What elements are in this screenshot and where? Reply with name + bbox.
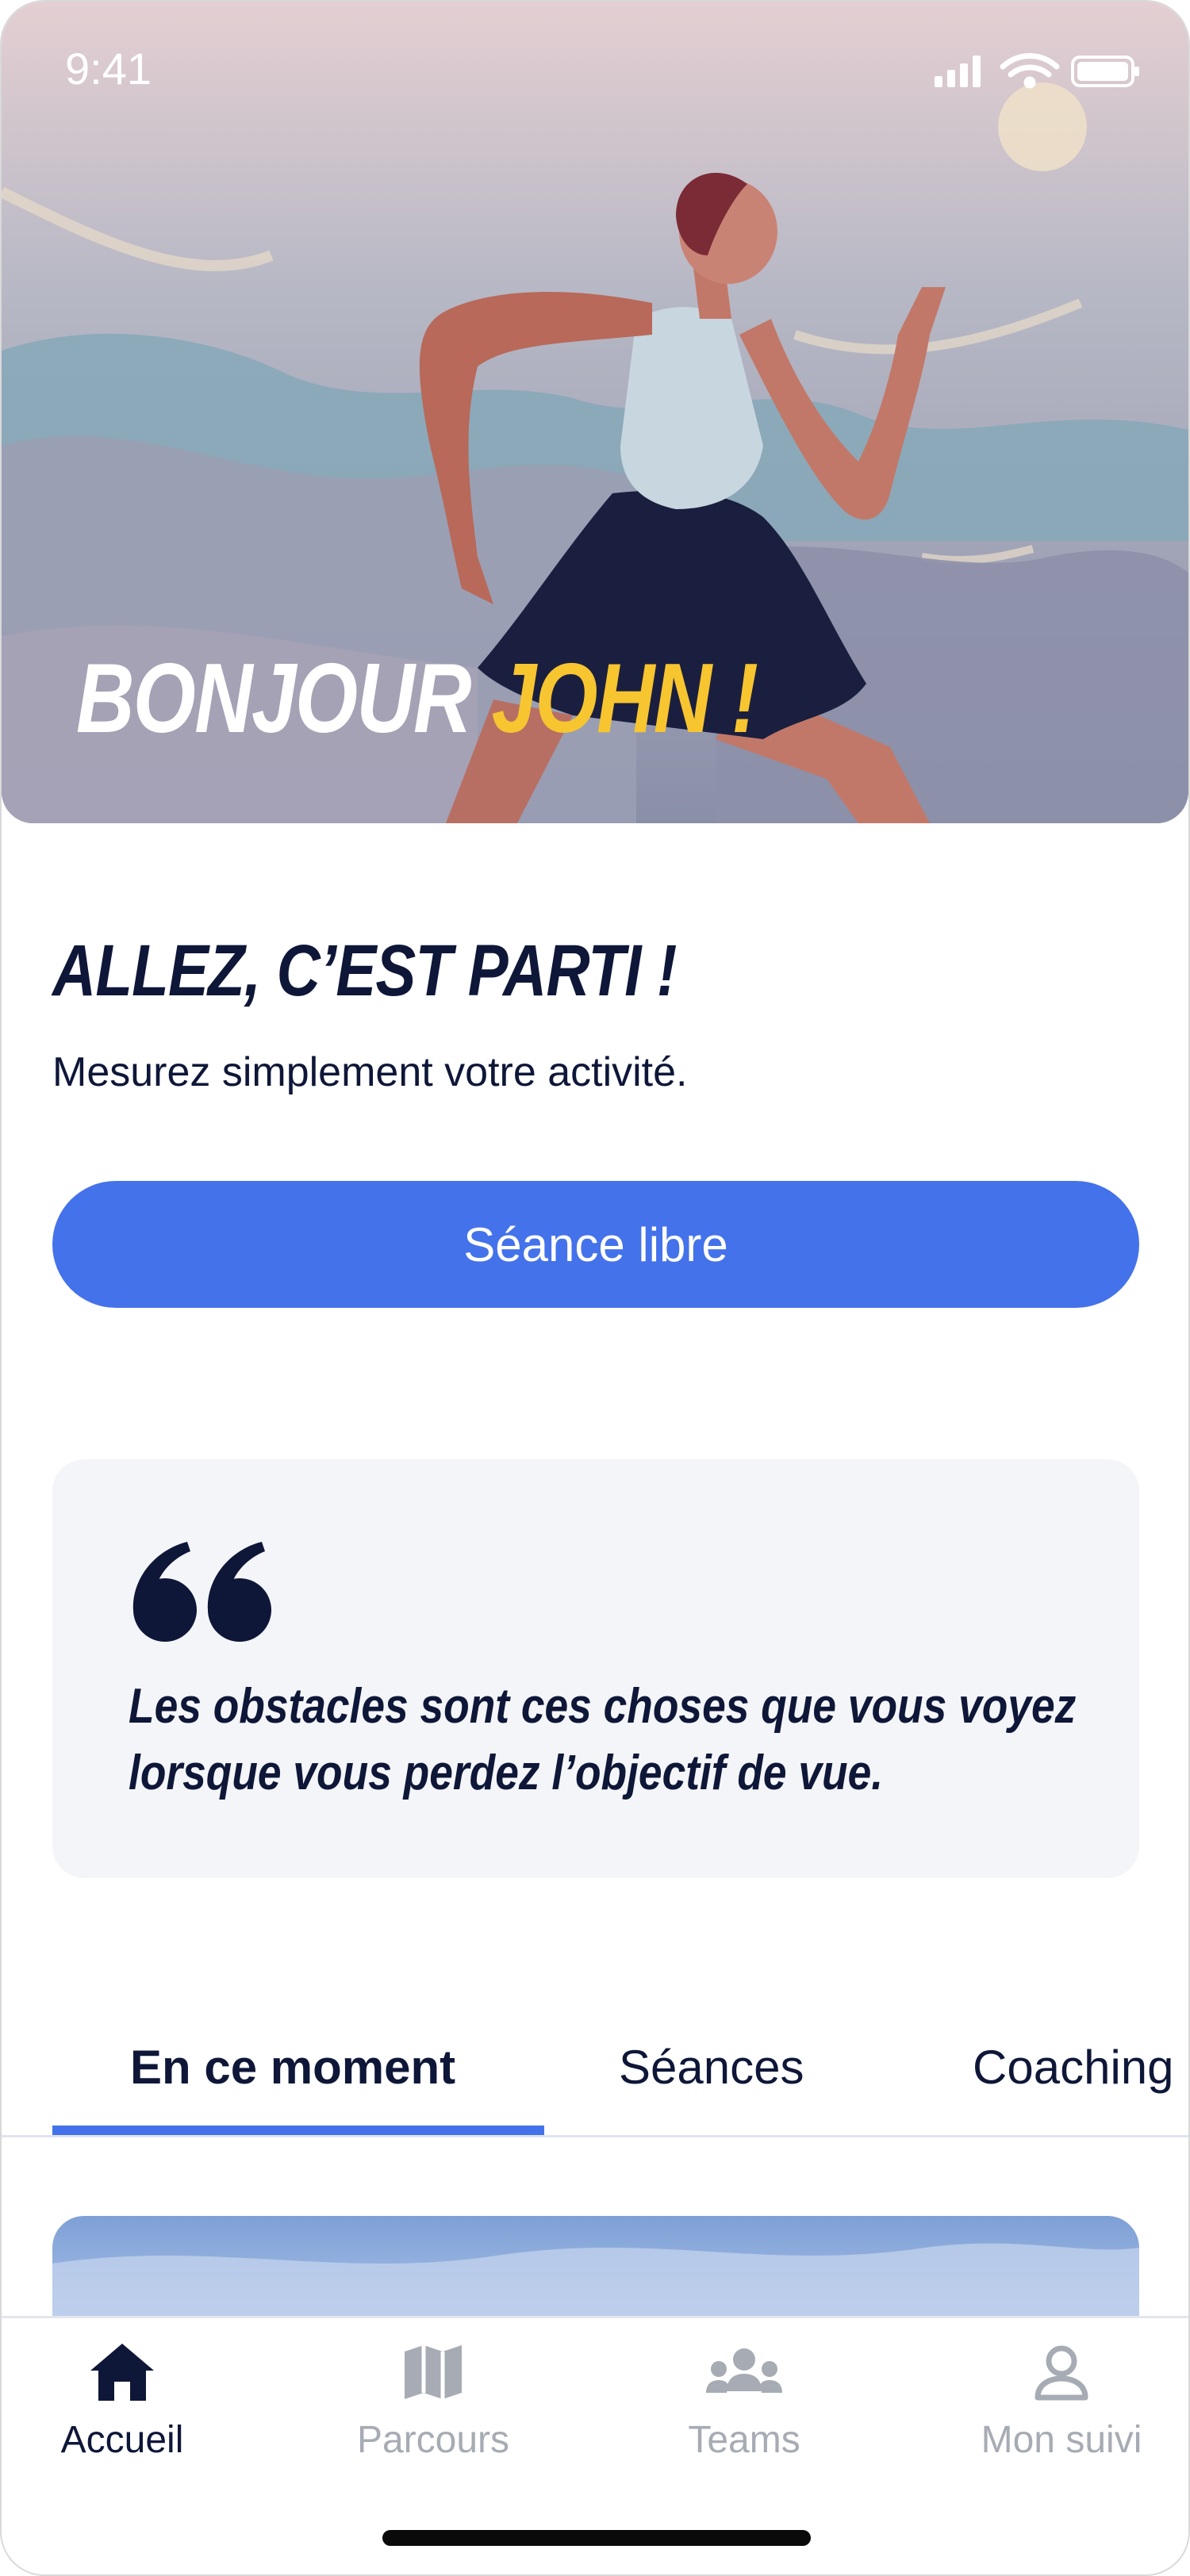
home-icon: [90, 2344, 154, 2401]
status-icons: [935, 53, 1139, 89]
greeting-name: JOHN !: [491, 644, 758, 753]
map-icon: [405, 2345, 462, 2399]
tab-seances[interactable]: Séances: [619, 2040, 804, 2095]
quote-icon: [132, 1542, 271, 1642]
nav-item-accueil[interactable]: Accueil: [3, 2342, 241, 2462]
nav-item-mon-suivi[interactable]: Mon suivi: [942, 2342, 1180, 2462]
free-session-button[interactable]: Séance libre: [52, 1181, 1139, 1308]
nav-label-accueil: Accueil: [60, 2419, 184, 2461]
status-bar: 9:41: [2, 2, 1188, 113]
battery-icon: [1071, 56, 1139, 87]
greeting-title: BONJOUR JOHN !: [76, 642, 758, 755]
nav-item-teams[interactable]: Teams: [625, 2342, 863, 2462]
nav-label-mon-suivi: Mon suivi: [981, 2419, 1142, 2461]
teams-icon: [706, 2348, 782, 2393]
profile-icon: [1035, 2345, 1088, 2401]
content-card-image[interactable]: [52, 2216, 1139, 2327]
sky-image: [52, 2243, 1139, 2327]
subline: Mesurez simplement votre activité.: [52, 1049, 688, 1095]
tabs-divider: [2, 2135, 1188, 2137]
status-time: 9:41: [65, 44, 152, 94]
hero-banner: 9:41 BONJOUR JOHN !: [2, 2, 1188, 823]
tab-en-ce-moment[interactable]: En ce moment: [130, 2040, 455, 2095]
quote-card: Les obstacles sont ces choses que vous v…: [52, 1459, 1139, 1878]
greeting-prefix: BONJOUR: [76, 644, 492, 753]
nav-label-parcours: Parcours: [356, 2419, 510, 2461]
content-tabs: En ce moment Séances Coaching: [2, 2016, 1188, 2140]
wifi-icon: [1000, 53, 1060, 89]
quote-text: Les obstacles sont ces choses que vous v…: [129, 1679, 1077, 1800]
nav-item-parcours[interactable]: Parcours: [314, 2342, 552, 2462]
signal-icon: [935, 56, 981, 87]
home-indicator: [382, 2530, 811, 2546]
phone-screen: 9:41 BONJOUR JOHN ! ALLEZ, C’EST PARTI !…: [0, 0, 1190, 2576]
headline: ALLEZ, C’EST PARTI !: [52, 930, 677, 1011]
nav-label-teams: Teams: [688, 2419, 800, 2461]
tab-coaching[interactable]: Coaching: [973, 2040, 1174, 2095]
